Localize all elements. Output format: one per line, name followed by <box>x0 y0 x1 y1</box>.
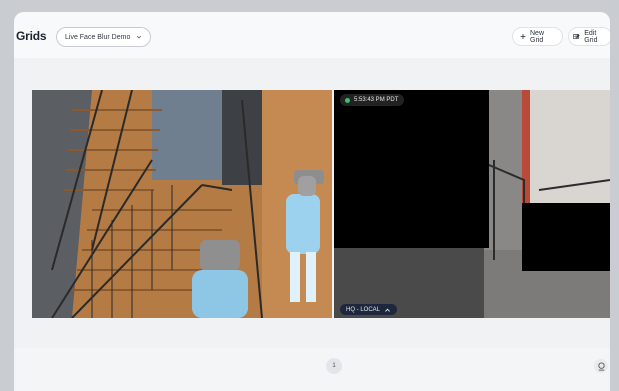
chevron-down-icon <box>137 35 142 39</box>
camera-tile-stairwell[interactable] <box>32 90 332 318</box>
pagination-bar: 1 <box>14 348 610 391</box>
camera-location-label: HQ - LOCAL <box>346 306 381 313</box>
page-title: Grids <box>16 29 47 43</box>
feedback-icon[interactable] <box>594 359 608 373</box>
grid-select-value: Live Face Blur Demo <box>65 33 131 41</box>
edit-grid-label: Edit Grid <box>584 29 598 44</box>
feedback-icon-glyph <box>597 361 605 371</box>
camera-tile-hq-local[interactable]: 5:53:43 PM PDT HQ - LOCAL <box>334 90 610 318</box>
edit-grid-button[interactable]: Edit Grid <box>568 27 610 46</box>
edit-grid-icon <box>573 33 580 39</box>
live-status-dot <box>345 97 350 103</box>
header-bar: Grids Live Face Blur Demo New Grid Edit … <box>14 12 610 58</box>
camera-timestamp: 5:53:43 PM PDT <box>354 97 399 103</box>
stairwell-video-frame <box>32 90 332 318</box>
camera-timestamp-badge: 5:53:43 PM PDT <box>340 94 405 106</box>
plus-icon <box>520 34 526 39</box>
chevron-up-icon <box>385 308 390 312</box>
app-window: Grids Live Face Blur Demo New Grid Edit … <box>14 12 610 391</box>
new-grid-button[interactable]: New Grid <box>512 27 563 46</box>
camera-location-badge[interactable]: HQ - LOCAL <box>340 304 398 315</box>
hallway-video-frame <box>334 90 610 318</box>
grid-area: 5:53:43 PM PDT HQ - LOCAL <box>14 58 610 348</box>
grid-select-dropdown[interactable]: Live Face Blur Demo <box>56 27 152 47</box>
page-button-current[interactable]: 1 <box>326 358 342 374</box>
new-grid-label: New Grid <box>530 29 545 44</box>
